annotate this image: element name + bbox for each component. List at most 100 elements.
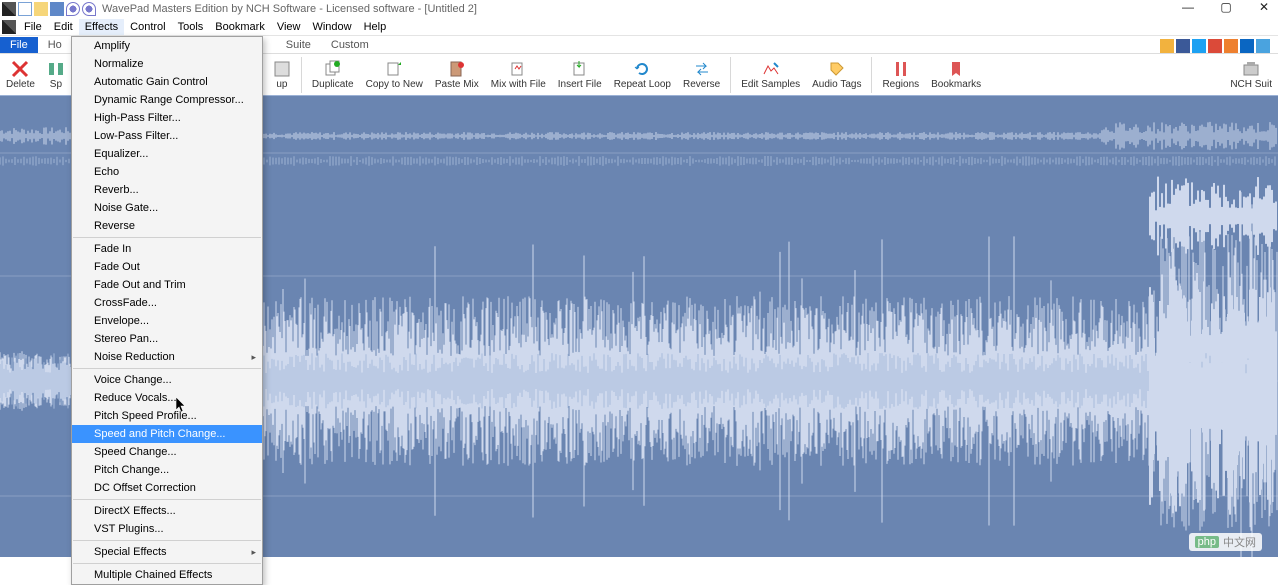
thumbs-up-icon[interactable] xyxy=(1160,39,1174,53)
facebook-icon[interactable] xyxy=(1176,39,1190,53)
effects-item-fade-out[interactable]: Fade Out xyxy=(72,258,262,276)
effects-item-low-pass-filter[interactable]: Low-Pass Filter... xyxy=(72,127,262,145)
effects-item-voice-change[interactable]: Voice Change... xyxy=(72,371,262,389)
effects-item-dynamic-range-compressor[interactable]: Dynamic Range Compressor... xyxy=(72,91,262,109)
tab-home-truncated[interactable]: Ho xyxy=(38,37,72,53)
effects-item-multiple-chained-effects[interactable]: Multiple Chained Effects xyxy=(72,566,262,584)
effects-item-reverb[interactable]: Reverb... xyxy=(72,181,262,199)
effects-item-fade-out-and-trim[interactable]: Fade Out and Trim xyxy=(72,276,262,294)
tool-duplicate[interactable]: Duplicate xyxy=(306,54,360,95)
effects-item-reverse[interactable]: Reverse xyxy=(72,217,262,235)
tool-copy-to-new[interactable]: Copy to New xyxy=(360,54,429,95)
submenu-arrow-icon: ▸ xyxy=(251,350,256,364)
app-icon xyxy=(2,2,16,16)
tool-label: Paste Mix xyxy=(435,79,479,90)
effects-item-pitch-speed-profile[interactable]: Pitch Speed Profile... xyxy=(72,407,262,425)
tool-edit-samples[interactable]: Edit Samples xyxy=(735,54,806,95)
effects-item-amplify[interactable]: Amplify xyxy=(72,37,262,55)
tab-file[interactable]: File xyxy=(0,37,38,53)
effects-item-automatic-gain-control[interactable]: Automatic Gain Control xyxy=(72,73,262,91)
tool-nch-suite[interactable]: NCH Suit xyxy=(1224,54,1278,95)
regions-icon xyxy=(892,60,910,78)
effects-item-equalizer[interactable]: Equalizer... xyxy=(72,145,262,163)
effects-item-fade-in[interactable]: Fade In xyxy=(72,240,262,258)
menu-window[interactable]: Window xyxy=(306,19,357,35)
linkedin-icon[interactable] xyxy=(1240,39,1254,53)
tool-reverse[interactable]: Reverse xyxy=(677,54,726,95)
effects-item-vst-plugins[interactable]: VST Plugins... xyxy=(72,520,262,538)
effects-item-pitch-change[interactable]: Pitch Change... xyxy=(72,461,262,479)
effects-item-noise-reduction[interactable]: Noise Reduction▸ xyxy=(72,348,262,366)
menu-separator xyxy=(73,499,261,500)
effects-item-echo[interactable]: Echo xyxy=(72,163,262,181)
effects-item-envelope[interactable]: Envelope... xyxy=(72,312,262,330)
tool-label: Copy to New xyxy=(366,79,423,90)
close-button[interactable]: ✕ xyxy=(1254,0,1274,14)
qat-open-icon[interactable] xyxy=(34,2,48,16)
tool-split[interactable]: Sp xyxy=(41,54,71,95)
menu-bar: File Edit Effects Control Tools Bookmark… xyxy=(0,18,1278,36)
tool-label: Audio Tags xyxy=(812,79,861,90)
tool-delete[interactable]: Delete xyxy=(0,54,41,95)
twitter-icon[interactable] xyxy=(1192,39,1206,53)
tool-audio-tags[interactable]: Audio Tags xyxy=(806,54,867,95)
tool-label: Reverse xyxy=(683,79,720,90)
tool-label: up xyxy=(276,79,287,90)
suite-icon xyxy=(1242,60,1260,78)
google-plus-icon[interactable] xyxy=(1208,39,1222,53)
insert-file-icon xyxy=(571,60,589,78)
tool-regions[interactable]: Regions xyxy=(876,54,925,95)
menu-separator xyxy=(73,237,261,238)
effects-item-speed-and-pitch-change[interactable]: Speed and Pitch Change... xyxy=(72,425,262,443)
menu-view[interactable]: View xyxy=(271,19,307,35)
menu-separator xyxy=(73,368,261,369)
effects-item-special-effects[interactable]: Special Effects▸ xyxy=(72,543,262,561)
effects-item-reduce-vocals[interactable]: Reduce Vocals... xyxy=(72,389,262,407)
x-red-icon xyxy=(11,60,29,78)
tool-bookmarks[interactable]: Bookmarks xyxy=(925,54,987,95)
effects-item-stereo-pan[interactable]: Stereo Pan... xyxy=(72,330,262,348)
effects-item-crossfade[interactable]: CrossFade... xyxy=(72,294,262,312)
tool-insert-file[interactable]: Insert File xyxy=(552,54,608,95)
menu-separator xyxy=(73,563,261,564)
watermark: php 中文网 xyxy=(1189,533,1262,551)
menu-edit[interactable]: Edit xyxy=(48,19,79,35)
tool-label: Insert File xyxy=(558,79,602,90)
window-title: WavePad Masters Edition by NCH Software … xyxy=(102,3,477,15)
tool-mix-with-file[interactable]: Mix with File xyxy=(485,54,552,95)
tool-label: Delete xyxy=(6,79,35,90)
qat-save-icon[interactable] xyxy=(50,2,64,16)
share-icon[interactable] xyxy=(1256,39,1270,53)
qat-redo-icon[interactable] xyxy=(82,2,96,16)
rss-icon[interactable] xyxy=(1224,39,1238,53)
effects-item-dc-offset-correction[interactable]: DC Offset Correction xyxy=(72,479,262,497)
effects-item-speed-change[interactable]: Speed Change... xyxy=(72,443,262,461)
reverse-icon xyxy=(693,60,711,78)
mix-file-icon xyxy=(509,60,527,78)
effects-item-directx-effects[interactable]: DirectX Effects... xyxy=(72,502,262,520)
tab-custom[interactable]: Custom xyxy=(321,37,379,53)
tab-suite[interactable]: Suite xyxy=(276,37,321,53)
effects-item-noise-gate[interactable]: Noise Gate... xyxy=(72,199,262,217)
effects-item-normalize[interactable]: Normalize xyxy=(72,55,262,73)
menu-effects[interactable]: Effects xyxy=(79,19,124,35)
menu-bookmark[interactable]: Bookmark xyxy=(209,19,271,35)
qat-new-icon[interactable] xyxy=(18,2,32,16)
menu-tools[interactable]: Tools xyxy=(172,19,210,35)
tool-paste-mix[interactable]: Paste Mix xyxy=(429,54,485,95)
tool-label: Duplicate xyxy=(312,79,354,90)
watermark-text: 中文网 xyxy=(1223,534,1256,550)
watermark-prefix: php xyxy=(1195,536,1219,548)
tool-repeat-loop[interactable]: Repeat Loop xyxy=(608,54,677,95)
minimize-button[interactable]: — xyxy=(1178,0,1198,14)
menu-file[interactable]: File xyxy=(18,19,48,35)
menu-control[interactable]: Control xyxy=(124,19,171,35)
tool-truncated[interactable]: up xyxy=(267,54,297,95)
qat-undo-icon[interactable] xyxy=(66,2,80,16)
maximize-button[interactable]: ▢ xyxy=(1216,0,1236,14)
loop-icon xyxy=(633,60,651,78)
menu-help[interactable]: Help xyxy=(358,19,393,35)
generic-icon xyxy=(273,60,291,78)
effects-item-high-pass-filter[interactable]: High-Pass Filter... xyxy=(72,109,262,127)
tool-label: Bookmarks xyxy=(931,79,981,90)
